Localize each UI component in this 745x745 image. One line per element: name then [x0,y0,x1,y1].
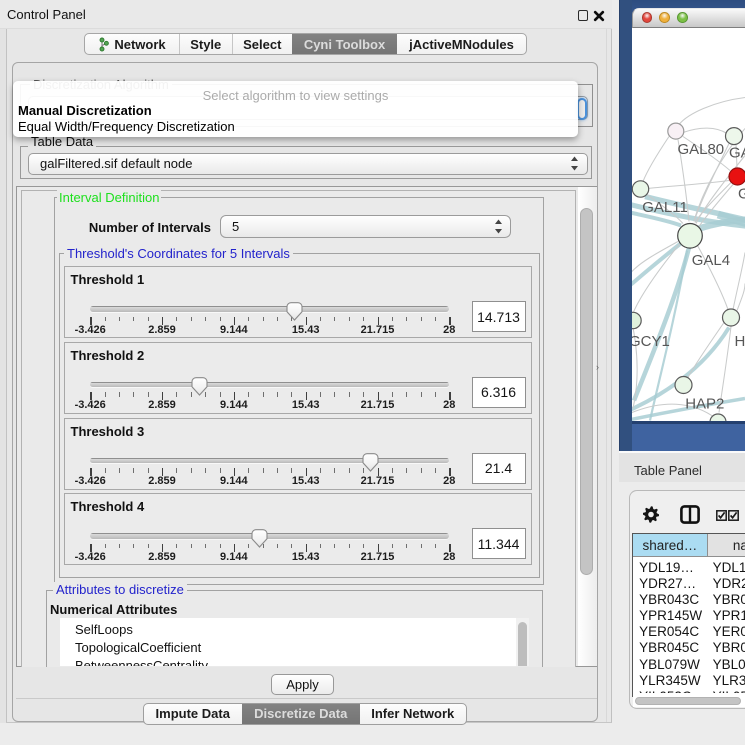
svg-text:GAL4: GAL4 [692,252,730,269]
svg-text:HAP2: HAP2 [685,395,724,412]
svg-text:GAL1: GAL1 [729,144,745,161]
svg-text:GAL11: GAL11 [642,199,688,216]
svg-text:H: H [735,333,745,350]
svg-text:GCY1: GCY1 [632,333,670,350]
svg-text:GA: GA [738,185,745,202]
svg-text:GAL80: GAL80 [677,141,724,158]
